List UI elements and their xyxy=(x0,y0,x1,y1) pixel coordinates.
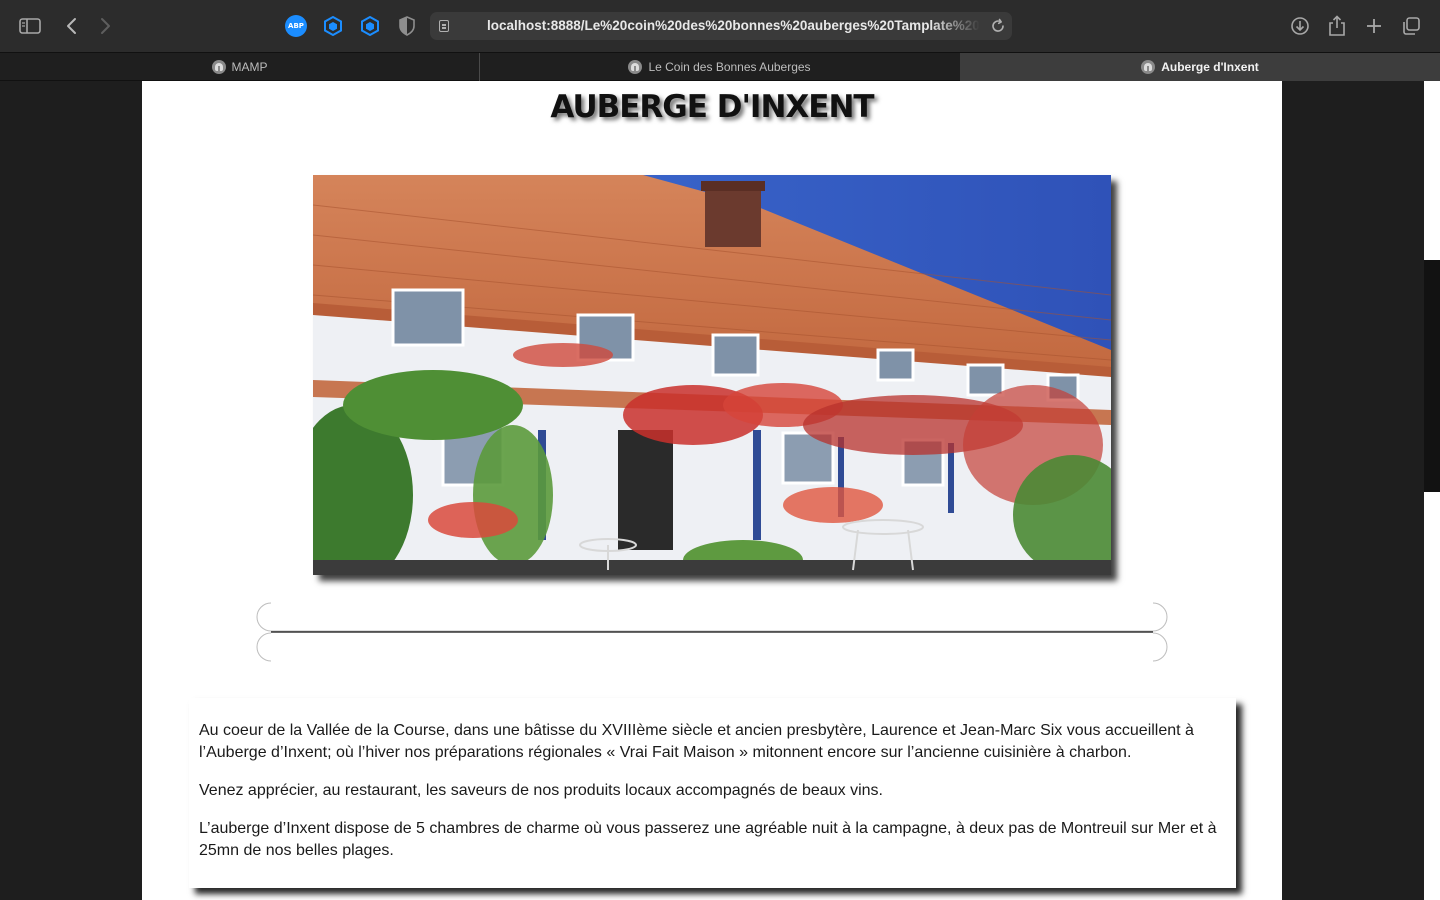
download-icon[interactable] xyxy=(1286,12,1314,40)
site-favicon-icon xyxy=(211,60,226,74)
browser-toolbar: ABP localhost:8888/Le%20coin%20des%20bon… xyxy=(0,0,1440,52)
site-favicon-icon xyxy=(628,60,643,74)
adblock-extension-icon[interactable]: ABP xyxy=(285,15,307,37)
page-title: AUBERGE D'INXENT xyxy=(550,89,874,125)
tab-label: Le Coin des Bonnes Auberges xyxy=(648,60,811,74)
tab-coin-des-bonnes-auberges[interactable]: Le Coin des Bonnes Auberges xyxy=(480,53,959,81)
description-box: Au coeur de la Vallée de la Course, dans… xyxy=(189,698,1236,888)
adblock-label: ABP xyxy=(288,22,304,30)
address-bar[interactable]: localhost:8888/Le%20coin%20des%20bonnes%… xyxy=(430,12,1012,40)
page-content: AUBERGE D'INXENT Au coeur de la Vallée d… xyxy=(142,81,1282,900)
forward-icon[interactable] xyxy=(92,12,120,40)
tab-mamp[interactable]: MAMP xyxy=(0,53,479,81)
back-icon[interactable] xyxy=(57,12,85,40)
sidebar-icon[interactable] xyxy=(16,12,44,40)
address-text[interactable]: localhost:8888/Le%20coin%20des%20bonnes%… xyxy=(487,18,980,33)
tab-auberge-inxent[interactable]: Auberge d'Inxent xyxy=(960,53,1440,81)
tab-label: MAMP xyxy=(231,60,268,74)
description-paragraph: Au coeur de la Vallée de la Course, dans… xyxy=(199,722,1194,761)
site-favicon-icon xyxy=(1141,60,1156,74)
page-viewport[interactable]: AUBERGE D'INXENT Au coeur de la Vallée d… xyxy=(0,81,1440,900)
new-tab-icon[interactable] xyxy=(1360,12,1388,40)
ornamental-divider xyxy=(255,601,1169,665)
reader-icon[interactable] xyxy=(439,20,449,32)
tab-bar: MAMP Le Coin des Bonnes Auberges Auberge… xyxy=(0,52,1440,81)
auberge-facade-photo xyxy=(313,175,1111,575)
description-paragraph: Venez apprécier, au restaurant, les save… xyxy=(199,782,883,799)
reload-icon[interactable] xyxy=(990,18,1006,34)
tab-label: Auberge d'Inxent xyxy=(1161,60,1259,74)
shield-extension-icon[interactable] xyxy=(396,15,418,37)
privacy-extension-icon[interactable] xyxy=(322,15,344,37)
scrollbar-thumb[interactable] xyxy=(1424,260,1440,492)
tab-overview-icon[interactable] xyxy=(1397,12,1425,40)
share-icon[interactable] xyxy=(1323,12,1351,40)
privacy-extension-2-icon[interactable] xyxy=(359,15,381,37)
description-paragraph: L’auberge d’Inxent dispose de 5 chambres… xyxy=(199,820,1217,859)
